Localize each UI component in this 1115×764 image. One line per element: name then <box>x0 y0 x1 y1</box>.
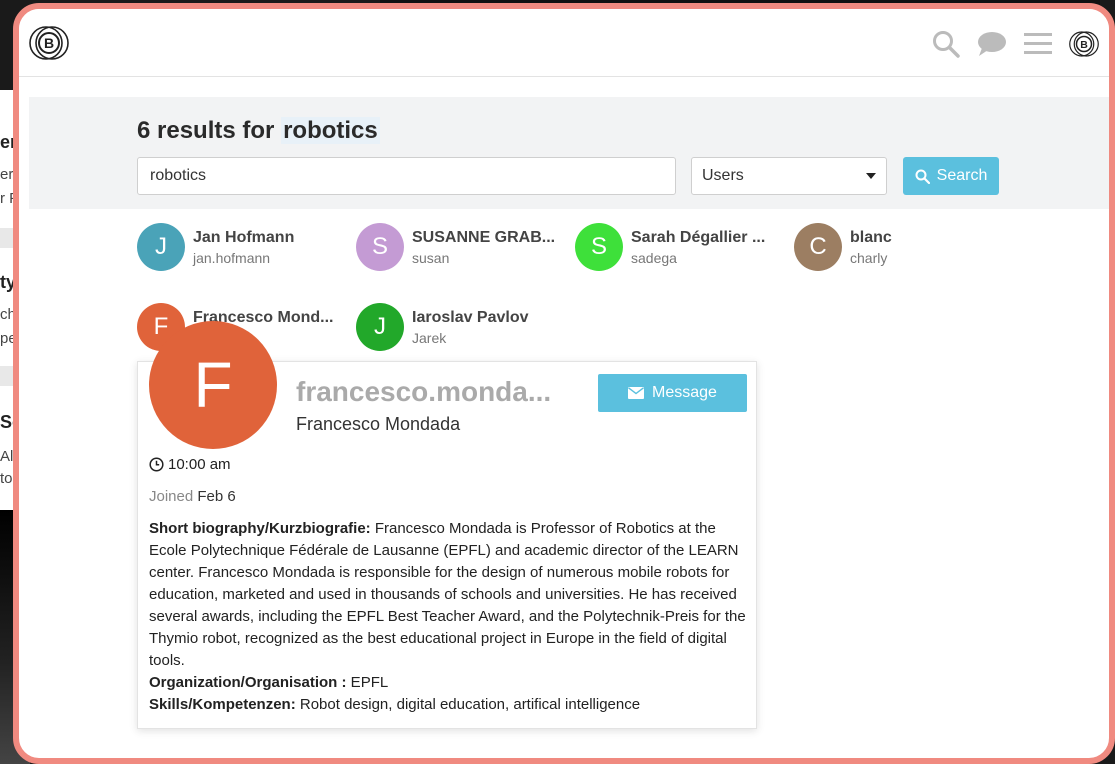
avatar: S <box>356 223 404 271</box>
user-name: blanc <box>850 228 892 246</box>
svg-text:B: B <box>44 35 54 51</box>
user-result[interactable]: J Iaroslav Pavlov Jarek <box>356 303 572 351</box>
search-button[interactable]: Search <box>903 157 999 195</box>
org-value: EPFL <box>346 674 389 691</box>
org-label: Organization/Organisation : <box>149 674 347 691</box>
user-handle: sadega <box>631 249 677 266</box>
user-result[interactable]: S Sarah Dégallier ... sadega <box>575 223 791 271</box>
time-text: 10:00 am <box>168 456 231 473</box>
search-panel: 6 results for robotics Users Search <box>29 97 1109 209</box>
top-navbar: B B <box>19 9 1109 77</box>
search-button-label: Search <box>936 167 988 184</box>
user-name: Jan Hofmann <box>193 228 295 246</box>
user-name: Sarah Dégallier ... <box>631 228 766 246</box>
user-result[interactable]: S SUSANNE GRAB... susan <box>356 223 572 271</box>
user-handle: susan <box>412 249 450 266</box>
skills-value: Robot design, digital education, artific… <box>295 696 641 713</box>
results-count-text: 6 results for <box>137 117 275 144</box>
joined-label: Joined <box>149 488 194 505</box>
profile-bio: Short biography/Kurzbiografie: Francesco… <box>149 518 749 716</box>
profile-avatar: F <box>149 321 277 449</box>
profile-logo-icon[interactable]: B <box>1069 29 1099 59</box>
logo-icon[interactable]: B <box>29 23 69 63</box>
svg-text:B: B <box>1080 39 1088 51</box>
results-query: robotics <box>281 117 380 144</box>
bio-label: Short biography/Kurzbiografie: <box>149 520 371 537</box>
user-handle: jan.hofmann <box>193 249 271 266</box>
clock-icon <box>149 457 164 472</box>
chat-icon[interactable] <box>977 29 1007 59</box>
user-handle: charly <box>850 249 888 266</box>
user-result[interactable]: J Jan Hofmann jan.hofmann <box>137 223 353 271</box>
chevron-down-icon <box>866 173 876 179</box>
search-input[interactable] <box>137 157 676 195</box>
message-button-label: Message <box>652 384 717 401</box>
user-handle: Jarek <box>412 329 447 346</box>
user-result[interactable]: C blanc charly <box>794 223 1010 271</box>
search-type-value: Users <box>702 167 744 184</box>
user-name: Iaroslav Pavlov <box>412 308 529 326</box>
app-window: B B 6 results for robotics robotics User… <box>13 3 1115 764</box>
profile-local-time: 10:00 am <box>149 456 231 473</box>
search-icon <box>915 169 930 184</box>
search-type-select[interactable]: Users <box>691 157 887 195</box>
message-button[interactable]: Message <box>598 374 747 412</box>
skills-label: Skills/Kompetenzen: <box>149 696 296 713</box>
menu-icon[interactable] <box>1023 29 1053 59</box>
profile-username[interactable]: francesco.monda... <box>296 376 596 408</box>
joined-date: Feb 6 <box>197 488 236 505</box>
envelope-icon <box>628 387 645 399</box>
bio-text: Francesco Mondada is Professor of Roboti… <box>149 520 746 669</box>
search-icon[interactable] <box>931 29 961 59</box>
avatar: J <box>356 303 404 351</box>
user-name: SUSANNE GRAB... <box>412 228 556 246</box>
avatar: J <box>137 223 185 271</box>
top-icons: B <box>931 29 1099 59</box>
avatar: C <box>794 223 842 271</box>
profile-full-name: Francesco Mondada <box>296 414 461 434</box>
avatar: S <box>575 223 623 271</box>
profile-joined: Joined Feb 6 <box>149 488 236 505</box>
results-title: 6 results for robotics <box>137 117 380 145</box>
